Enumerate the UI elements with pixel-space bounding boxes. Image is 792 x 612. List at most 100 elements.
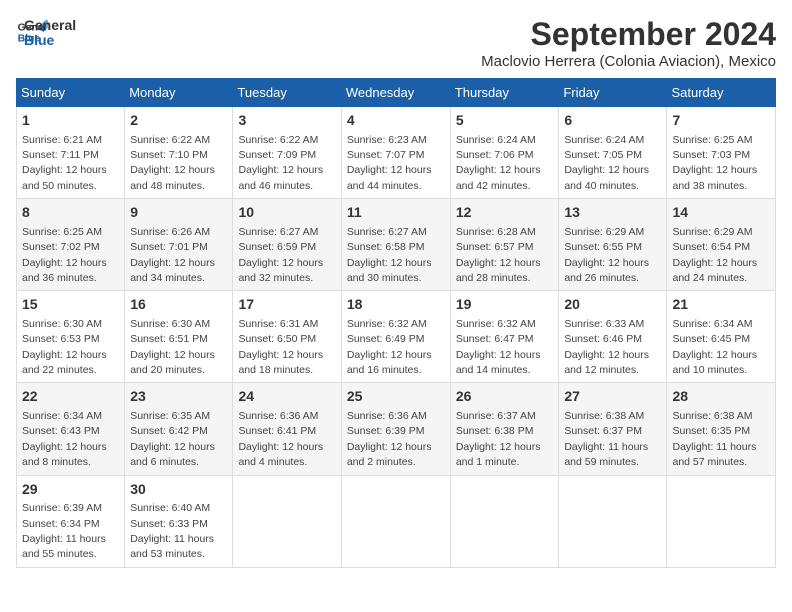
day-cell: 8 Sunrise: 6:25 AMSunset: 7:02 PMDayligh… (17, 199, 125, 291)
day-info: Sunrise: 6:28 AMSunset: 6:57 PMDaylight:… (456, 226, 541, 284)
day-info: Sunrise: 6:40 AMSunset: 6:33 PMDaylight:… (130, 502, 214, 560)
day-number: 28 (672, 387, 770, 407)
day-info: Sunrise: 6:24 AMSunset: 7:05 PMDaylight:… (564, 134, 649, 192)
day-info: Sunrise: 6:36 AMSunset: 6:39 PMDaylight:… (347, 410, 432, 468)
day-number: 7 (672, 111, 770, 131)
day-number: 18 (347, 295, 445, 315)
day-cell: 1 Sunrise: 6:21 AMSunset: 7:11 PMDayligh… (17, 107, 125, 199)
day-number: 13 (564, 203, 661, 223)
day-number: 17 (238, 295, 335, 315)
day-cell: 20 Sunrise: 6:33 AMSunset: 6:46 PMDaylig… (559, 291, 667, 383)
day-number: 14 (672, 203, 770, 223)
col-sunday: Sunday (17, 79, 125, 107)
day-info: Sunrise: 6:35 AMSunset: 6:42 PMDaylight:… (130, 410, 215, 468)
day-info: Sunrise: 6:31 AMSunset: 6:50 PMDaylight:… (238, 318, 323, 376)
day-number: 4 (347, 111, 445, 131)
day-number: 20 (564, 295, 661, 315)
day-info: Sunrise: 6:32 AMSunset: 6:47 PMDaylight:… (456, 318, 541, 376)
day-cell: 17 Sunrise: 6:31 AMSunset: 6:50 PMDaylig… (233, 291, 341, 383)
day-info: Sunrise: 6:26 AMSunset: 7:01 PMDaylight:… (130, 226, 215, 284)
day-cell: 13 Sunrise: 6:29 AMSunset: 6:55 PMDaylig… (559, 199, 667, 291)
day-info: Sunrise: 6:38 AMSunset: 6:35 PMDaylight:… (672, 410, 756, 468)
day-cell (233, 475, 341, 567)
day-number: 22 (22, 387, 119, 407)
day-info: Sunrise: 6:27 AMSunset: 6:59 PMDaylight:… (238, 226, 323, 284)
day-cell: 28 Sunrise: 6:38 AMSunset: 6:35 PMDaylig… (667, 383, 776, 475)
day-info: Sunrise: 6:34 AMSunset: 6:43 PMDaylight:… (22, 410, 107, 468)
day-cell: 30 Sunrise: 6:40 AMSunset: 6:33 PMDaylig… (125, 475, 233, 567)
title-section: September 2024 Maclovio Herrera (Colonia… (481, 16, 776, 70)
day-cell: 2 Sunrise: 6:22 AMSunset: 7:10 PMDayligh… (125, 107, 233, 199)
week-row-4: 22 Sunrise: 6:34 AMSunset: 6:43 PMDaylig… (17, 383, 776, 475)
day-number: 23 (130, 387, 227, 407)
col-wednesday: Wednesday (341, 79, 450, 107)
day-cell: 19 Sunrise: 6:32 AMSunset: 6:47 PMDaylig… (450, 291, 559, 383)
day-info: Sunrise: 6:34 AMSunset: 6:45 PMDaylight:… (672, 318, 757, 376)
col-monday: Monday (125, 79, 233, 107)
day-number: 9 (130, 203, 227, 223)
day-cell (667, 475, 776, 567)
day-number: 25 (347, 387, 445, 407)
logo-blue: Blue (24, 33, 76, 48)
week-row-1: 1 Sunrise: 6:21 AMSunset: 7:11 PMDayligh… (17, 107, 776, 199)
header: General Blue General Blue September 2024… (16, 16, 776, 70)
logo-general: General (24, 18, 76, 33)
day-cell: 6 Sunrise: 6:24 AMSunset: 7:05 PMDayligh… (559, 107, 667, 199)
day-info: Sunrise: 6:33 AMSunset: 6:46 PMDaylight:… (564, 318, 649, 376)
day-cell: 11 Sunrise: 6:27 AMSunset: 6:58 PMDaylig… (341, 199, 450, 291)
day-info: Sunrise: 6:38 AMSunset: 6:37 PMDaylight:… (564, 410, 648, 468)
day-info: Sunrise: 6:22 AMSunset: 7:10 PMDaylight:… (130, 134, 215, 192)
day-cell: 10 Sunrise: 6:27 AMSunset: 6:59 PMDaylig… (233, 199, 341, 291)
logo: General Blue General Blue (16, 16, 76, 49)
day-info: Sunrise: 6:23 AMSunset: 7:07 PMDaylight:… (347, 134, 432, 192)
day-number: 29 (22, 480, 119, 500)
day-info: Sunrise: 6:29 AMSunset: 6:54 PMDaylight:… (672, 226, 757, 284)
day-info: Sunrise: 6:27 AMSunset: 6:58 PMDaylight:… (347, 226, 432, 284)
week-row-2: 8 Sunrise: 6:25 AMSunset: 7:02 PMDayligh… (17, 199, 776, 291)
calendar-table: Sunday Monday Tuesday Wednesday Thursday… (16, 78, 776, 568)
day-number: 26 (456, 387, 554, 407)
day-cell: 18 Sunrise: 6:32 AMSunset: 6:49 PMDaylig… (341, 291, 450, 383)
week-row-3: 15 Sunrise: 6:30 AMSunset: 6:53 PMDaylig… (17, 291, 776, 383)
day-info: Sunrise: 6:30 AMSunset: 6:53 PMDaylight:… (22, 318, 107, 376)
day-cell: 22 Sunrise: 6:34 AMSunset: 6:43 PMDaylig… (17, 383, 125, 475)
day-number: 2 (130, 111, 227, 131)
day-cell: 15 Sunrise: 6:30 AMSunset: 6:53 PMDaylig… (17, 291, 125, 383)
page-container: General Blue General Blue September 2024… (16, 16, 776, 568)
day-cell: 5 Sunrise: 6:24 AMSunset: 7:06 PMDayligh… (450, 107, 559, 199)
day-cell: 26 Sunrise: 6:37 AMSunset: 6:38 PMDaylig… (450, 383, 559, 475)
month-title: September 2024 (481, 16, 776, 53)
day-number: 27 (564, 387, 661, 407)
day-number: 12 (456, 203, 554, 223)
day-cell: 21 Sunrise: 6:34 AMSunset: 6:45 PMDaylig… (667, 291, 776, 383)
day-number: 8 (22, 203, 119, 223)
day-number: 6 (564, 111, 661, 131)
day-number: 24 (238, 387, 335, 407)
col-thursday: Thursday (450, 79, 559, 107)
day-info: Sunrise: 6:21 AMSunset: 7:11 PMDaylight:… (22, 134, 107, 192)
col-tuesday: Tuesday (233, 79, 341, 107)
location-title: Maclovio Herrera (Colonia Aviacion), Mex… (481, 53, 776, 70)
day-cell: 25 Sunrise: 6:36 AMSunset: 6:39 PMDaylig… (341, 383, 450, 475)
day-info: Sunrise: 6:25 AMSunset: 7:02 PMDaylight:… (22, 226, 107, 284)
day-info: Sunrise: 6:24 AMSunset: 7:06 PMDaylight:… (456, 134, 541, 192)
col-friday: Friday (559, 79, 667, 107)
day-info: Sunrise: 6:39 AMSunset: 6:34 PMDaylight:… (22, 502, 106, 560)
day-cell: 7 Sunrise: 6:25 AMSunset: 7:03 PMDayligh… (667, 107, 776, 199)
day-info: Sunrise: 6:37 AMSunset: 6:38 PMDaylight:… (456, 410, 541, 468)
day-cell: 29 Sunrise: 6:39 AMSunset: 6:34 PMDaylig… (17, 475, 125, 567)
day-number: 3 (238, 111, 335, 131)
day-number: 19 (456, 295, 554, 315)
day-info: Sunrise: 6:29 AMSunset: 6:55 PMDaylight:… (564, 226, 649, 284)
week-row-5: 29 Sunrise: 6:39 AMSunset: 6:34 PMDaylig… (17, 475, 776, 567)
day-number: 1 (22, 111, 119, 131)
day-info: Sunrise: 6:30 AMSunset: 6:51 PMDaylight:… (130, 318, 215, 376)
day-number: 21 (672, 295, 770, 315)
header-row: Sunday Monday Tuesday Wednesday Thursday… (17, 79, 776, 107)
col-saturday: Saturday (667, 79, 776, 107)
day-cell (559, 475, 667, 567)
day-cell: 23 Sunrise: 6:35 AMSunset: 6:42 PMDaylig… (125, 383, 233, 475)
day-number: 15 (22, 295, 119, 315)
day-cell: 4 Sunrise: 6:23 AMSunset: 7:07 PMDayligh… (341, 107, 450, 199)
day-number: 16 (130, 295, 227, 315)
